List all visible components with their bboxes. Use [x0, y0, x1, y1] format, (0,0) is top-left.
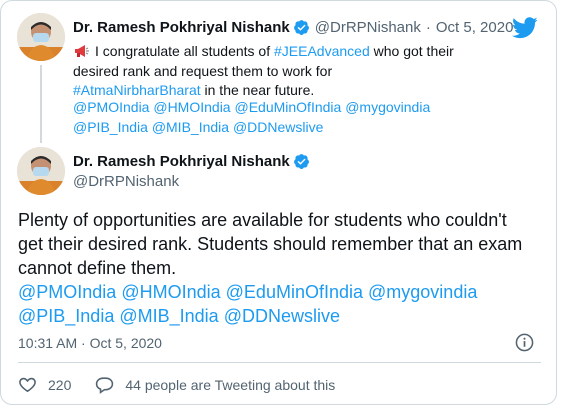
mention-link[interactable]: @MIB_India — [152, 119, 229, 135]
tweet-mentions: @PMOIndia @HMOIndia @EduMinOfIndia @mygo… — [18, 280, 528, 328]
divider — [18, 362, 541, 363]
mention-link[interactable]: @PMOIndia — [73, 99, 149, 115]
author-name[interactable]: Dr. Ramesh Pokhriyal Nishank — [73, 153, 290, 170]
tweet-date-link[interactable]: Oct 5, 2020 — [436, 19, 514, 36]
verified-badge-icon — [293, 153, 310, 170]
like-count: 220 — [48, 376, 72, 393]
mention-link[interactable]: @PMOIndia — [18, 282, 116, 302]
verified-badge-icon — [293, 19, 310, 36]
speech-bubble-icon — [95, 375, 114, 394]
avatar[interactable] — [17, 147, 65, 195]
twitter-bird-icon[interactable] — [512, 17, 538, 39]
megaphone-icon — [73, 44, 89, 58]
info-icon[interactable] — [515, 333, 534, 352]
mention-link[interactable]: @PIB_India — [73, 119, 148, 135]
quoted-tweet-text: I congratulate all students of #JEEAdvan… — [73, 42, 461, 101]
author-handle[interactable]: @DrRPNishank — [73, 173, 179, 190]
mention-link[interactable]: @DDNewslive — [224, 306, 340, 326]
like-button[interactable]: 220 — [18, 375, 71, 394]
quoted-tweet-mentions: @PMOIndia @HMOIndia @EduMinOfIndia @mygo… — [73, 98, 513, 137]
tweet-timestamp-link[interactable]: 10:31 AM · Oct 5, 2020 — [18, 335, 162, 351]
embedded-tweet-card: Dr. Ramesh Pokhriyal Nishank @DrRPNishan… — [0, 0, 557, 405]
thread-connector-line — [40, 65, 42, 143]
quoted-tweet-header: Dr. Ramesh Pokhriyal Nishank @DrRPNishan… — [73, 19, 513, 36]
mention-link[interactable]: @HMOIndia — [121, 282, 220, 302]
heart-icon — [18, 375, 37, 394]
author-name[interactable]: Dr. Ramesh Pokhriyal Nishank — [73, 19, 290, 36]
conversation-button[interactable]: 44 people are Tweeting about this — [95, 375, 335, 394]
mention-link[interactable]: @PIB_India — [18, 306, 114, 326]
mention-link[interactable]: @DDNewslive — [233, 119, 323, 135]
author-handle[interactable]: @DrRPNishank — [315, 19, 421, 36]
avatar[interactable] — [17, 13, 65, 61]
tweet-actions: 220 44 people are Tweeting about this — [18, 375, 335, 394]
conversation-count: 44 people are Tweeting about this — [125, 376, 336, 393]
hashtag-link[interactable]: #AtmaNirbharBharat — [73, 82, 201, 98]
mention-link[interactable]: @EduMinOfIndia — [226, 282, 363, 302]
quoted-text-end: in the near future. — [200, 82, 315, 98]
quoted-text-intro: I congratulate all students of — [95, 43, 274, 59]
hashtag-link[interactable]: #JEEAdvanced — [274, 43, 370, 59]
mention-link[interactable]: @MIB_India — [119, 306, 218, 326]
mention-link[interactable]: @HMOIndia — [153, 99, 230, 115]
mention-link[interactable]: @mygovindia — [345, 99, 430, 115]
main-tweet-header: Dr. Ramesh Pokhriyal Nishank — [73, 153, 315, 170]
separator-dot: · — [425, 19, 431, 36]
mention-link[interactable]: @mygovindia — [368, 282, 477, 302]
mention-link[interactable]: @EduMinOfIndia — [234, 99, 341, 115]
tweet-text: Plenty of opportunities are available fo… — [18, 210, 523, 278]
